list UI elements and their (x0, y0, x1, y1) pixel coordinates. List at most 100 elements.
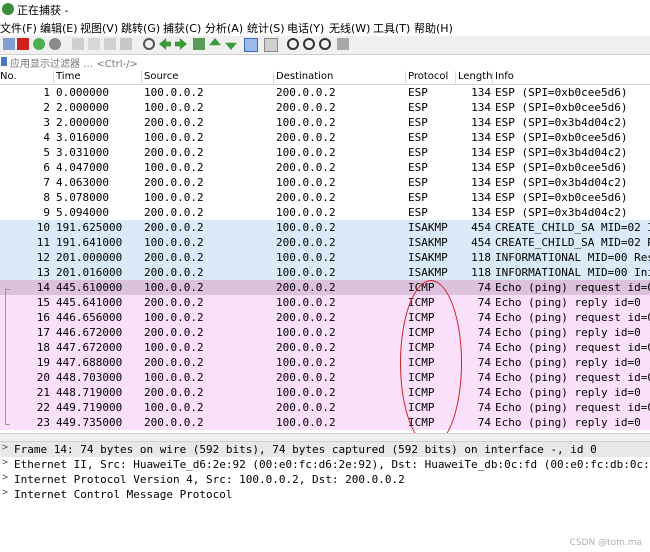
capture-options-icon[interactable] (49, 38, 61, 50)
expand-arrow-icon[interactable]: > (2, 472, 8, 483)
bookmark-icon[interactable] (1, 57, 7, 66)
packet-row[interactable]: 15 445.641000 200.0.0.2 100.0.0.2 ICMP 74 Echo… (0, 295, 650, 310)
go-back-icon[interactable] (159, 38, 171, 50)
column-header-time[interactable]: Time (56, 71, 80, 82)
column-header-info[interactable]: Info (495, 71, 514, 82)
menu-telephony[interactable]: 电话(Y) (287, 20, 324, 36)
shark-fin-start-icon[interactable] (3, 38, 15, 50)
packet-row[interactable]: 7 4.063000 200.0.0.2 100.0.0.2 ESP 134 ESP (SP… (0, 175, 650, 190)
packet-row[interactable]: 14 445.610000 100.0.0.2 200.0.0.2 ICMP 74 Echo… (0, 280, 650, 295)
menu-statistics[interactable]: 统计(S) (247, 20, 285, 36)
column-header-no[interactable]: No. (0, 71, 17, 82)
packet-info: ESP (SPI=0x3b4d04c2) (495, 206, 628, 219)
packet-row[interactable]: 12 201.000000 200.0.0.2 100.0.0.2 ISAKMP 118 I… (0, 250, 650, 265)
packet-info: ESP (SPI=0xb0cee5d6) (495, 131, 628, 144)
packet-protocol: ESP (408, 146, 428, 159)
column-header-length[interactable]: Length (458, 71, 493, 82)
packet-source: 100.0.0.2 (144, 401, 204, 414)
column-divider[interactable] (273, 71, 274, 84)
column-header-destination[interactable]: Destination (276, 71, 333, 82)
close-file-icon[interactable] (104, 38, 116, 50)
menu-capture[interactable]: 捕获(C) (163, 20, 201, 36)
first-packet-icon[interactable] (209, 38, 221, 46)
packet-row[interactable]: 1 0.000000 100.0.0.2 200.0.0.2 ESP 134 ESP (SP… (0, 85, 650, 100)
column-divider[interactable] (405, 71, 406, 84)
packet-source: 200.0.0.2 (144, 356, 204, 369)
menu-edit[interactable]: 编辑(E) (40, 20, 78, 36)
packet-row[interactable]: 21 448.719000 200.0.0.2 100.0.0.2 ICMP 74 Echo… (0, 385, 650, 400)
packet-row[interactable]: 9 5.094000 200.0.0.2 100.0.0.2 ESP 134 ESP (SP… (0, 205, 650, 220)
detail-row-ipv4[interactable]: > Internet Protocol Version 4, Src: 100.… (0, 472, 650, 487)
packet-info: ESP (SPI=0x3b4d04c2) (495, 176, 628, 189)
packet-row[interactable]: 16 446.656000 100.0.0.2 200.0.0.2 ICMP 74 Echo… (0, 310, 650, 325)
go-forward-icon[interactable] (175, 38, 187, 50)
zoom-out-icon[interactable] (303, 38, 315, 50)
find-packet-icon[interactable] (143, 38, 155, 50)
menu-analyze[interactable]: 分析(A) (205, 20, 243, 36)
packet-no: 19 (36, 356, 50, 369)
packet-time: 445.610000 (56, 281, 123, 294)
packet-source: 200.0.0.2 (144, 176, 204, 189)
save-file-icon[interactable] (88, 38, 100, 50)
column-header-source[interactable]: Source (144, 71, 178, 82)
packet-time: 201.000000 (56, 251, 123, 264)
related-packets-tick (5, 289, 10, 290)
resize-columns-icon[interactable] (337, 38, 349, 50)
restart-capture-icon[interactable] (33, 38, 45, 50)
watermark: CSDN @tom.ma (569, 538, 642, 548)
display-filter-input[interactable]: 应用显示过滤器 … <Ctrl-/> (10, 55, 138, 70)
go-to-packet-icon[interactable] (193, 38, 205, 50)
menu-go[interactable]: 跳转(G) (121, 20, 160, 36)
zoom-in-icon[interactable] (287, 38, 299, 50)
packet-length: 134 (471, 86, 491, 99)
packet-destination: 100.0.0.2 (276, 296, 336, 309)
packet-list-header: No. Time Source Destination Protocol Len… (0, 69, 650, 85)
packet-row[interactable]: 18 447.672000 100.0.0.2 200.0.0.2 ICMP 74 Echo… (0, 340, 650, 355)
column-header-protocol[interactable]: Protocol (408, 71, 448, 82)
packet-row[interactable]: 4 3.016000 100.0.0.2 200.0.0.2 ESP 134 ESP (SP… (0, 130, 650, 145)
stop-capture-icon[interactable] (17, 38, 29, 50)
detail-row-ethernet[interactable]: > Ethernet II, Src: HuaweiTe_d6:2e:92 (0… (0, 457, 650, 472)
packet-row[interactable]: 8 5.078000 100.0.0.2 200.0.0.2 ESP 134 ESP (SP… (0, 190, 650, 205)
packet-row[interactable]: 20 448.703000 100.0.0.2 200.0.0.2 ICMP 74 Echo… (0, 370, 650, 385)
packet-time: 5.078000 (56, 191, 109, 204)
packet-destination: 100.0.0.2 (276, 266, 336, 279)
pane-splitter[interactable] (0, 433, 650, 442)
packet-row[interactable]: 5 3.031000 200.0.0.2 100.0.0.2 ESP 134 ESP (SP… (0, 145, 650, 160)
menu-wireless[interactable]: 无线(W) (329, 20, 370, 36)
column-divider[interactable] (492, 71, 493, 84)
column-divider[interactable] (455, 71, 456, 84)
packet-no: 22 (36, 401, 50, 414)
menu-view[interactable]: 视图(V) (80, 20, 118, 36)
packet-row[interactable]: 10 191.625000 200.0.0.2 100.0.0.2 ISAKMP 454 C… (0, 220, 650, 235)
packet-row[interactable]: 22 449.719000 100.0.0.2 200.0.0.2 ICMP 74 Echo… (0, 400, 650, 415)
normal-size-icon[interactable] (319, 38, 331, 50)
packet-row[interactable]: 23 449.735000 200.0.0.2 100.0.0.2 ICMP 74 Echo… (0, 415, 650, 430)
packet-source: 100.0.0.2 (144, 86, 204, 99)
packet-row[interactable]: 19 447.688000 200.0.0.2 100.0.0.2 ICMP 74 Echo… (0, 355, 650, 370)
packet-row[interactable]: 13 201.016000 200.0.0.2 100.0.0.2 ISAKMP 118 I… (0, 265, 650, 280)
column-divider[interactable] (141, 71, 142, 84)
autoscroll-icon[interactable] (244, 38, 258, 52)
packet-time: 449.735000 (56, 416, 123, 429)
colorize-icon[interactable] (264, 38, 278, 52)
menu-file[interactable]: 文件(F) (0, 20, 37, 36)
reload-icon[interactable] (120, 38, 132, 50)
expand-arrow-icon[interactable]: > (2, 487, 8, 498)
column-divider[interactable] (53, 71, 54, 84)
detail-row-frame[interactable]: > Frame 14: 74 bytes on wire (592 bits),… (0, 442, 650, 457)
open-file-icon[interactable] (72, 38, 84, 50)
packet-row[interactable]: 2 2.000000 100.0.0.2 200.0.0.2 ESP 134 ESP (SP… (0, 100, 650, 115)
menu-tools[interactable]: 工具(T) (373, 20, 410, 36)
expand-arrow-icon[interactable]: > (2, 457, 8, 468)
packet-no: 8 (43, 191, 50, 204)
packet-row[interactable]: 3 2.000000 200.0.0.2 100.0.0.2 ESP 134 ESP (SP… (0, 115, 650, 130)
title-bar: 正在捕获 - (0, 0, 650, 18)
menu-help[interactable]: 帮助(H) (414, 20, 453, 36)
last-packet-icon[interactable] (225, 42, 237, 50)
packet-row[interactable]: 6 4.047000 100.0.0.2 200.0.0.2 ESP 134 ESP (SP… (0, 160, 650, 175)
packet-row[interactable]: 17 446.672000 200.0.0.2 100.0.0.2 ICMP 74 Echo… (0, 325, 650, 340)
packet-row[interactable]: 11 191.641000 100.0.0.2 200.0.0.2 ISAKMP 454 C… (0, 235, 650, 250)
detail-row-icmp[interactable]: > Internet Control Message Protocol (0, 487, 650, 502)
expand-arrow-icon[interactable]: > (2, 442, 8, 453)
